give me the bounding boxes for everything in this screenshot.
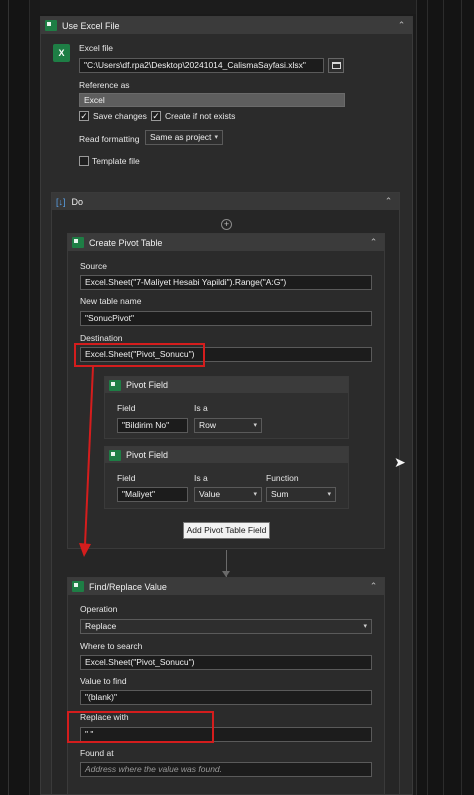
read-formatting-value: Same as project [150, 132, 212, 142]
left-panel-border [0, 0, 30, 795]
do-block-header[interactable]: [↓] Do ⌃ [52, 193, 399, 210]
new-table-name-input[interactable]: "SonucPivot" [80, 311, 372, 326]
chevron-double-up-icon[interactable]: ⌃ [396, 20, 407, 31]
do-block-title: Do [71, 196, 84, 207]
operation-select[interactable]: Replace ▾ [80, 619, 372, 634]
chevron-down-icon: ▾ [253, 422, 257, 429]
read-formatting-select[interactable]: Same as project ▾ [145, 130, 223, 145]
pivot-field-2-header[interactable]: Pivot Field [105, 447, 348, 463]
excel-icon [72, 237, 84, 248]
sequence-icon: [↓] [56, 196, 66, 207]
found-at-label: Found at [80, 748, 114, 758]
reference-as-input[interactable]: Excel [79, 93, 345, 107]
operation-value: Replace [85, 621, 117, 631]
chevron-double-up-icon[interactable]: ⌃ [368, 581, 379, 592]
create-if-not-exists-label: Create if not exists [165, 111, 236, 121]
destination-highlight-box [74, 343, 205, 367]
create-if-not-exists-checkbox[interactable]: ✓ [151, 111, 161, 121]
use-excel-file-header[interactable]: Use Excel File ⌃ [41, 17, 412, 34]
excel-icon: X [53, 44, 70, 62]
template-file-label: Template file [92, 156, 140, 166]
pivot-field-1-field-input[interactable]: "Bildirim No" [117, 418, 188, 433]
excel-file-label: Excel file [79, 43, 114, 53]
plus-circle-icon[interactable]: + [221, 219, 232, 230]
template-file-checkbox[interactable] [79, 156, 89, 166]
excel-file-input[interactable]: "C:\Users\df.rpa2\Desktop\20241014_Calis… [79, 58, 324, 73]
excel-icon [45, 20, 57, 31]
find-replace-title: Find/Replace Value [89, 581, 167, 592]
destination-label: Destination [80, 333, 123, 343]
create-pivot-table-title: Create Pivot Table [89, 237, 163, 248]
new-table-name-label: New table name [80, 296, 142, 306]
pivot-field-1-header[interactable]: Pivot Field [105, 377, 348, 393]
pivot-field-1-isa-select[interactable]: Row ▾ [194, 418, 262, 433]
chevron-double-up-icon[interactable]: ⌃ [368, 237, 379, 248]
excel-icon [72, 581, 84, 592]
find-replace-header[interactable]: Find/Replace Value ⌃ [68, 578, 384, 595]
use-excel-file-title: Use Excel File [62, 20, 120, 31]
read-formatting-label: Read formatting [79, 134, 140, 144]
mouse-pointer-icon: ➤ [394, 454, 406, 470]
pivot-field-2-function-select[interactable]: Sum ▾ [266, 487, 336, 502]
found-at-input[interactable]: Address where the value was found. [80, 762, 372, 777]
chevron-down-icon: ▾ [214, 134, 218, 141]
save-changes-checkbox[interactable]: ✓ [79, 111, 89, 121]
pivot-field-1-field-label: Field [117, 403, 136, 413]
pivot-field-2-function-value: Sum [271, 489, 289, 499]
create-pivot-table-header[interactable]: Create Pivot Table ⌃ [68, 234, 384, 251]
folder-icon[interactable] [328, 58, 344, 73]
pivot-field-1-title: Pivot Field [126, 380, 169, 390]
value-to-find-label: Value to find [80, 676, 127, 686]
operation-label: Operation [80, 604, 118, 614]
chevron-down-icon: ▾ [253, 491, 257, 498]
right-panel-border [416, 0, 474, 795]
source-label: Source [80, 261, 107, 271]
save-changes-label: Save changes [93, 111, 147, 121]
where-to-search-label: Where to search [80, 641, 143, 651]
pivot-field-2-function-label: Function [266, 473, 299, 483]
pivot-field-2-title: Pivot Field [126, 450, 169, 460]
pivot-field-2-isa-select[interactable]: Value ▾ [194, 487, 262, 502]
pivot-field-1-isa-label: Is a [194, 403, 208, 413]
reference-as-label: Reference as [79, 80, 130, 90]
replace-with-highlight-box [67, 711, 214, 743]
add-pivot-table-field-button[interactable]: Add Pivot Table Field [183, 522, 270, 539]
chevron-down-icon: ▾ [327, 491, 331, 498]
annotation-arrow [79, 366, 94, 557]
excel-icon [109, 379, 121, 391]
pivot-field-2-isa-label: Is a [194, 473, 208, 483]
chevron-double-up-icon[interactable]: ⌃ [383, 196, 394, 207]
pivot-field-2-field-label: Field [117, 473, 136, 483]
pivot-field-2-field-input[interactable]: "Maliyet" [117, 487, 188, 502]
excel-icon [109, 449, 121, 461]
value-to-find-input[interactable]: "(blank)" [80, 690, 372, 705]
pivot-field-1-isa-value: Row [199, 420, 217, 430]
top-strip [40, 0, 416, 14]
chevron-down-icon: ▾ [363, 623, 367, 630]
pivot-field-2-isa-value: Value [199, 489, 221, 499]
where-to-search-input[interactable]: Excel.Sheet("Pivot_Sonucu") [80, 655, 372, 670]
source-input[interactable]: Excel.Sheet("7-Maliyet Hesabi Yapildi").… [80, 275, 372, 290]
